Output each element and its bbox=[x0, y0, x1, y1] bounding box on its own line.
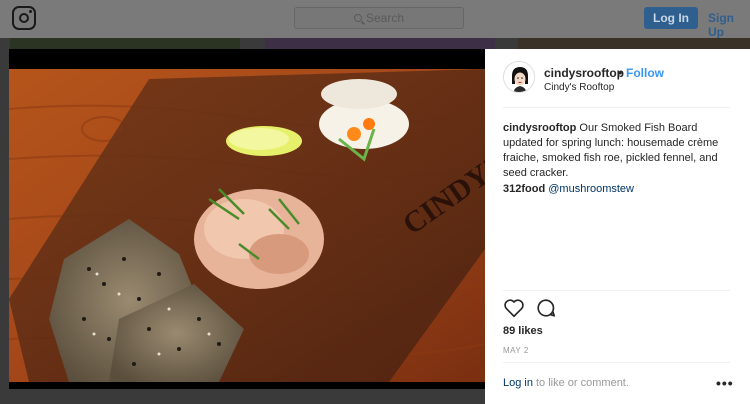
likes-count[interactable]: 89 likes bbox=[503, 325, 543, 337]
post-caption: cindysrooftop Our Smoked Fish Board upda… bbox=[503, 121, 731, 181]
divider bbox=[503, 107, 730, 108]
post-date[interactable]: MAY 2 bbox=[503, 346, 529, 355]
post-username[interactable]: cindysrooftop bbox=[544, 66, 624, 80]
separator-bullet: • bbox=[618, 66, 623, 80]
heart-icon[interactable] bbox=[503, 297, 525, 319]
post-tags: 312food @mushroomstew bbox=[503, 183, 634, 195]
follow-button[interactable]: Follow bbox=[626, 66, 664, 80]
tag-mention[interactable]: @mushroomstew bbox=[548, 183, 634, 195]
avatar[interactable] bbox=[503, 61, 535, 93]
divider bbox=[503, 290, 730, 291]
comment-icon[interactable] bbox=[535, 297, 557, 319]
instagram-logo-icon[interactable] bbox=[12, 6, 36, 30]
search-input[interactable]: Search bbox=[294, 7, 464, 29]
post-details-panel: cindysrooftop • Follow Cindy's Rooftop c… bbox=[485, 49, 750, 404]
post-location[interactable]: Cindy's Rooftop bbox=[544, 82, 614, 93]
tag-user[interactable]: 312food bbox=[503, 183, 545, 195]
login-prompt-text: to like or comment. bbox=[536, 377, 629, 389]
divider bbox=[503, 362, 730, 363]
page: Search Log In Sign Up CINDY'S cindysroof… bbox=[0, 0, 750, 404]
search-icon bbox=[353, 14, 362, 22]
top-navigation: Search Log In Sign Up bbox=[0, 0, 750, 39]
signup-link[interactable]: Sign Up bbox=[708, 11, 750, 39]
post-photo[interactable]: CINDY'S bbox=[9, 49, 485, 389]
login-button[interactable]: Log In bbox=[644, 7, 698, 29]
login-link[interactable]: Log in bbox=[503, 377, 533, 389]
caption-username[interactable]: cindysrooftop bbox=[503, 122, 576, 134]
smoked-fish-board-image: CINDY'S bbox=[9, 69, 485, 382]
search-placeholder: Search bbox=[365, 11, 405, 25]
more-options-icon[interactable]: ••• bbox=[716, 375, 734, 391]
